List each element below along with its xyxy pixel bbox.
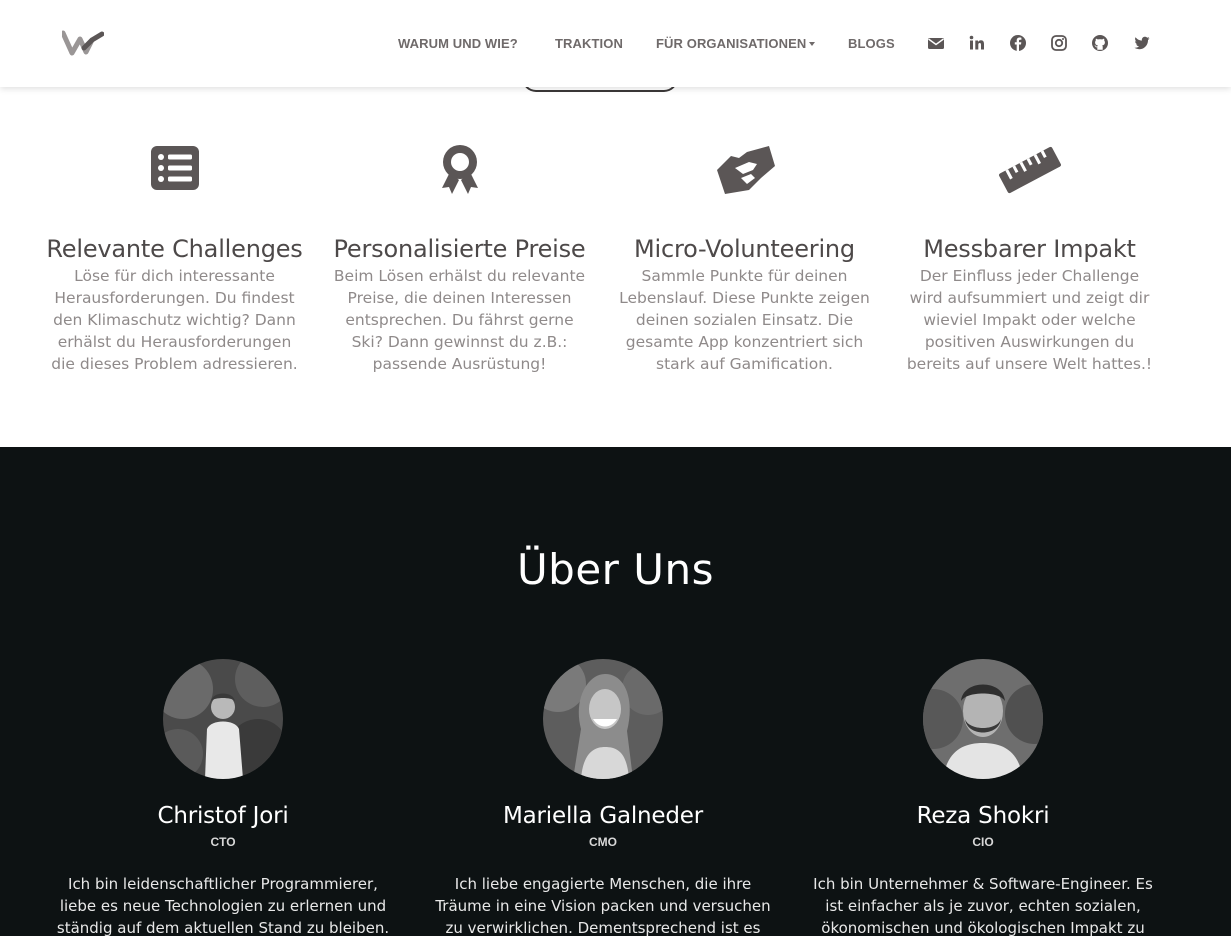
feature-micro-volunteering: Micro-Volunteering Sammle Punkte für dei… [602, 140, 887, 375]
feature-title: Relevante Challenges [46, 235, 303, 263]
nav-link-organisationen-label: FÜR ORGANISATIONEN [656, 36, 807, 51]
member-name: Reza Shokri [916, 803, 1050, 829]
feature-messbarer-impakt: Messbarer Impakt Der Einfluss jeder Chal… [887, 140, 1172, 375]
feature-title: Personalisierte Preise [333, 235, 586, 263]
member-role: CIO [972, 835, 994, 849]
feature-text: Beim Lösen erhälst du relevante Preise, … [333, 266, 586, 373]
member-bio: Ich liebe engagierte Menschen, die ihre … [435, 875, 771, 936]
ruler-icon [998, 146, 1061, 194]
feature-text: Sammle Punkte für deinen Lebenslauf. Die… [619, 266, 870, 373]
facebook-icon[interactable] [1009, 34, 1027, 52]
nav-link-organisationen[interactable]: FÜR ORGANISATIONEN [656, 36, 816, 51]
caret-down-icon [809, 42, 816, 46]
avatar [923, 659, 1043, 779]
list-icon [150, 146, 199, 190]
nav-link-traktion[interactable]: TRAKTION [555, 36, 623, 51]
feature-title: Micro-Volunteering [634, 235, 855, 263]
brand-logo[interactable] [60, 30, 105, 56]
nav-link-warum[interactable]: WARUM UND WIE? [398, 36, 518, 51]
handshake-icon [716, 146, 775, 194]
member-bio: Ich bin Unternehmer & Software-Engineer.… [813, 875, 1153, 936]
instagram-icon[interactable] [1050, 34, 1068, 52]
member-role: CTO [210, 835, 236, 849]
github-icon[interactable] [1091, 34, 1109, 52]
avatar [543, 659, 663, 779]
feature-text: Löse für dich interessante Herausforderu… [51, 266, 298, 373]
nav-link-blogs[interactable]: BLOGS [848, 36, 895, 51]
member-role: CMO [589, 835, 617, 849]
wave-w-logo-icon [60, 30, 105, 56]
award-icon [441, 145, 478, 194]
about-section: Über Uns Christof Jori CTO Ich bin leide… [0, 447, 1231, 936]
member-name: Christof Jori [157, 803, 289, 829]
feature-relevante-challenges: Relevante Challenges Löse für dich inter… [32, 140, 317, 375]
team-member-christof: Christof Jori CTO Ich bin leidenschaftli… [33, 659, 413, 936]
member-bio: Ich bin leidenschaftlicher Programmierer… [56, 875, 390, 936]
feature-text: Der Einfluss jeder Challenge wird aufsum… [906, 266, 1153, 373]
about-title: Über Uns [516, 545, 715, 594]
avatar [163, 659, 283, 779]
navbar: WARUM UND WIE? TRAKTION FÜR ORGANISATION… [0, 0, 1231, 87]
member-name: Mariella Galneder [503, 803, 703, 829]
twitter-icon[interactable] [1133, 34, 1151, 52]
envelope-icon[interactable] [927, 34, 945, 52]
team-member-reza: Reza Shokri CIO Ich bin Unternehmer & So… [793, 659, 1173, 936]
team-member-mariella: Mariella Galneder CMO Ich liebe engagier… [413, 659, 793, 936]
linkedin-icon[interactable] [968, 34, 986, 52]
feature-title: Messbarer Impakt [923, 235, 1136, 263]
feature-personalisierte-preise: Personalisierte Preise Beim Lösen erhäls… [317, 140, 602, 375]
